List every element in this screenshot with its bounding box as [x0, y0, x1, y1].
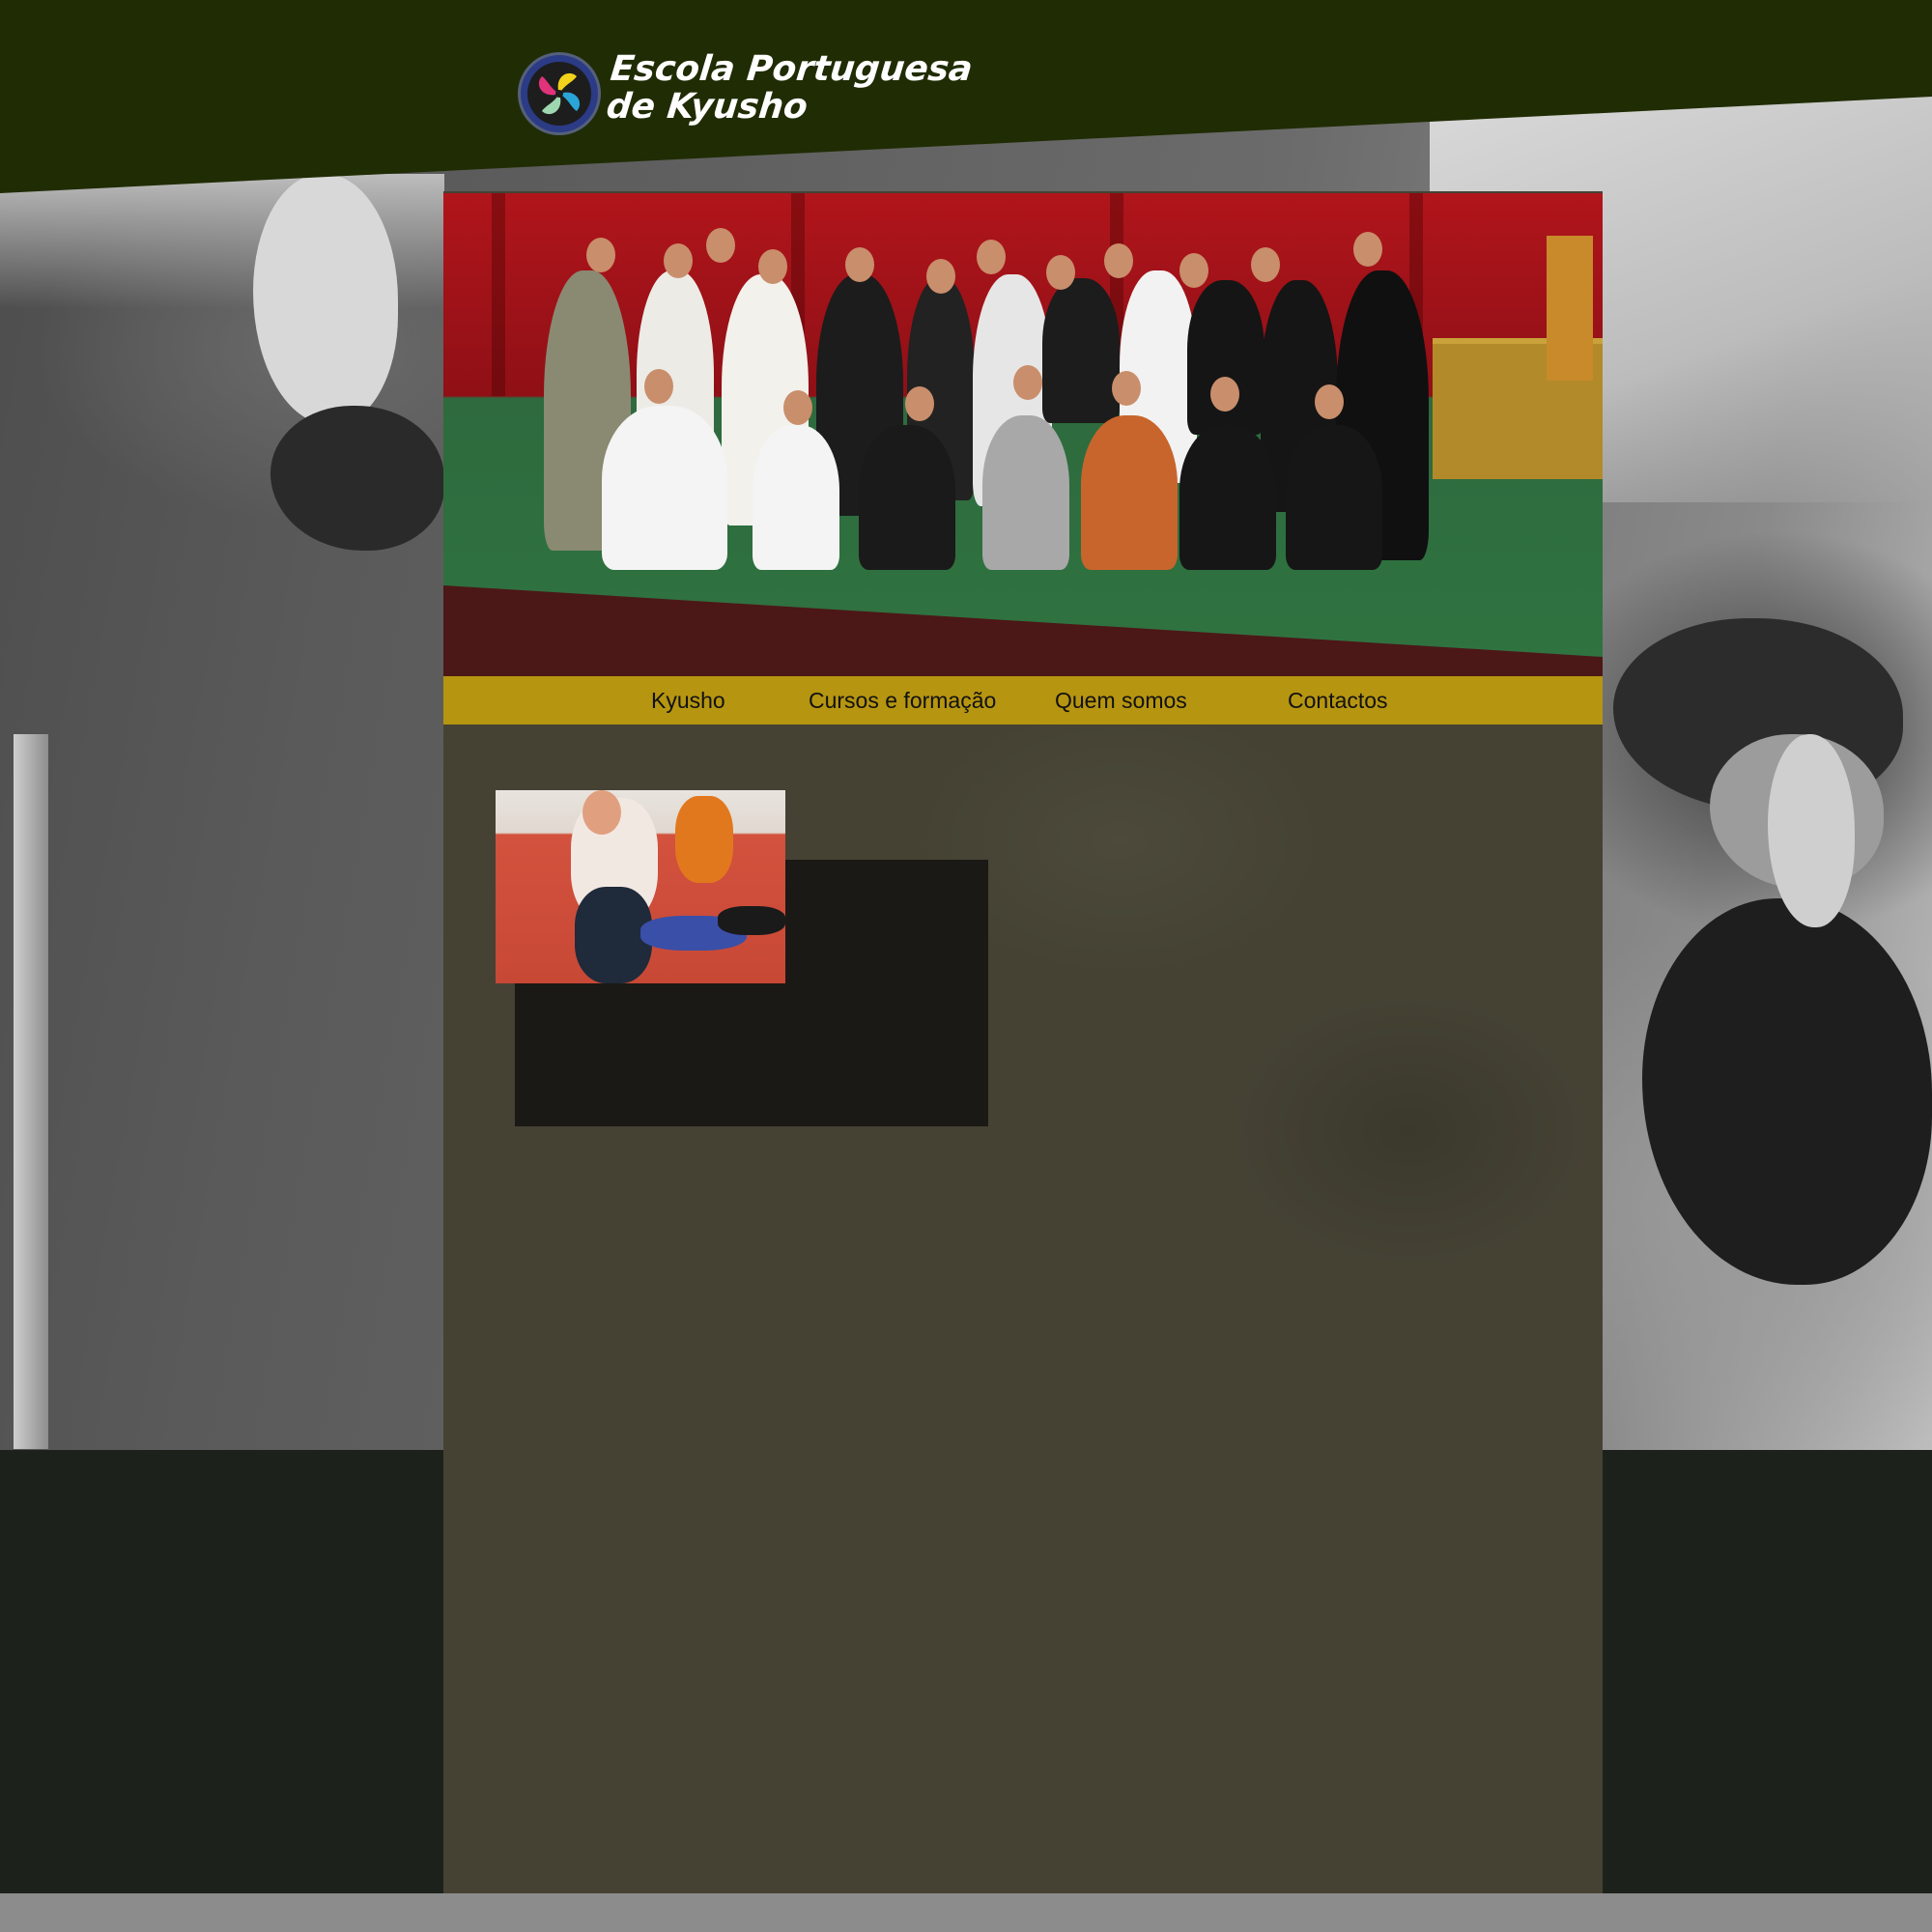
header-banner	[443, 193, 1603, 676]
person-head	[644, 369, 673, 404]
main-nav: Kyusho Cursos e formação Quem somos Cont…	[443, 676, 1603, 724]
person-head	[586, 238, 615, 272]
person-head	[758, 249, 787, 284]
background-pillar	[14, 734, 48, 1449]
person	[1187, 280, 1264, 435]
person-head	[1179, 253, 1208, 288]
person-head	[905, 386, 934, 421]
photo-figure-head	[582, 790, 621, 835]
nav-item-quem-somos[interactable]: Quem somos	[1055, 688, 1187, 714]
person-head	[1315, 384, 1344, 419]
person	[1081, 415, 1178, 570]
background-figure-legs	[1642, 898, 1932, 1285]
footer	[0, 1893, 1932, 1932]
kyusho-emblem-icon	[527, 62, 591, 126]
site-title[interactable]: Escola Portuguesa de Kyusho	[605, 49, 1018, 127]
cabinet-tall	[1547, 236, 1593, 381]
background-figure-kneeling	[270, 406, 444, 551]
photo-figure	[718, 906, 785, 935]
curtain-fold	[492, 193, 505, 396]
person-head	[1112, 371, 1141, 406]
main-column: Kyusho Cursos e formação Quem somos Cont…	[443, 191, 1603, 1893]
person-head	[977, 240, 1006, 274]
person-head	[706, 228, 735, 263]
background-figure-standing	[253, 174, 398, 425]
site-logo[interactable]	[518, 52, 601, 135]
group-photo	[443, 193, 1603, 657]
person-head	[1013, 365, 1042, 400]
nav-item-cursos-e-formacao[interactable]: Cursos e formação	[809, 688, 996, 714]
person	[1286, 425, 1382, 570]
person-head	[1046, 255, 1075, 290]
person-head	[783, 390, 812, 425]
training-photo[interactable]	[496, 790, 785, 983]
nav-item-contactos[interactable]: Contactos	[1288, 688, 1388, 714]
person-head	[1210, 377, 1239, 412]
person	[859, 425, 955, 570]
person	[1042, 278, 1120, 423]
person-head	[1104, 243, 1133, 278]
person	[753, 425, 839, 570]
person	[982, 415, 1069, 570]
person	[1179, 425, 1276, 570]
photo-figure	[675, 796, 733, 883]
person-head	[664, 243, 693, 278]
person-head	[845, 247, 874, 282]
person-head	[1251, 247, 1280, 282]
person	[602, 406, 727, 570]
person-head	[1353, 232, 1382, 267]
person-head	[926, 259, 955, 294]
nav-item-kyusho[interactable]: Kyusho	[651, 688, 725, 714]
